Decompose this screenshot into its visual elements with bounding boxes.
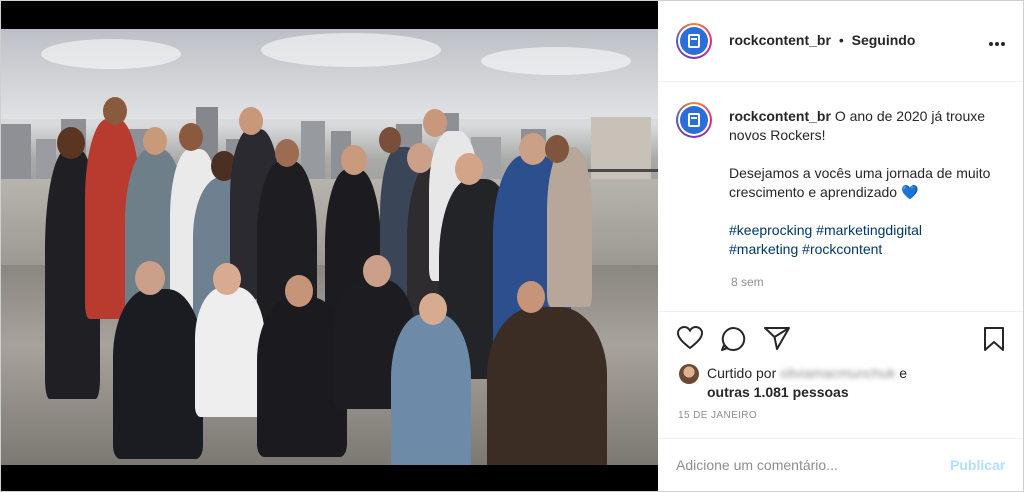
post-date[interactable]: 15 DE JANEIRO: [678, 410, 757, 421]
caption-line2: Desejamos a vocês uma jornada de muito c…: [729, 165, 991, 200]
document-icon: [688, 34, 700, 48]
header-username[interactable]: rockcontent_br: [729, 32, 831, 48]
hashtag-link[interactable]: #marketingdigital: [816, 222, 922, 238]
bookmark-icon[interactable]: [983, 326, 1005, 357]
caption-age[interactable]: 8 sem: [731, 275, 764, 289]
people-group: [35, 79, 625, 465]
liked-by-others[interactable]: outras 1.081 pessoas: [707, 384, 849, 400]
header-line: rockcontent_br • Seguindo: [729, 32, 915, 48]
comment-box: Adicione um comentário... Publicar: [658, 438, 1023, 492]
liked-by-conjunction: e: [899, 365, 908, 381]
instagram-post: rockcontent_br • Seguindo rockcontent_br…: [0, 0, 1024, 492]
liked-by-line: Curtido por oliviamacmunchuk e: [707, 365, 1007, 381]
hashtag-link[interactable]: #keeprocking: [729, 222, 812, 238]
liker-avatar[interactable]: [679, 364, 699, 384]
publish-button[interactable]: Publicar: [950, 457, 1005, 473]
actions-section: Curtido por oliviamacmunchuk e outras 1.…: [658, 311, 1023, 452]
group-photo[interactable]: [1, 29, 658, 465]
liked-by-user[interactable]: oliviamacmunchuk: [780, 365, 895, 381]
send-icon[interactable]: [764, 326, 790, 355]
comment-input[interactable]: Adicione um comentário...: [676, 457, 838, 473]
hashtag-link[interactable]: #rockcontent: [802, 241, 882, 257]
post-header: rockcontent_br • Seguindo: [658, 1, 1023, 82]
following-button[interactable]: Seguindo: [852, 32, 916, 48]
more-horizontal-icon[interactable]: [988, 31, 1006, 52]
header-separator: •: [838, 32, 844, 48]
hashtag-link[interactable]: #marketing: [729, 241, 798, 257]
caption-avatar[interactable]: [676, 102, 712, 138]
document-icon: [688, 113, 700, 127]
caption-username[interactable]: rockcontent_br: [729, 108, 831, 124]
profile-avatar[interactable]: [676, 23, 712, 59]
caption-text: rockcontent_br O ano de 2020 já trouxe n…: [729, 107, 999, 259]
post-media[interactable]: [1, 1, 658, 491]
post-panel: rockcontent_br • Seguindo rockcontent_br…: [658, 1, 1023, 491]
liked-by-prefix: Curtido por: [707, 365, 777, 381]
comment-icon[interactable]: [720, 326, 746, 357]
blue-heart-emoji: 💙: [901, 184, 919, 200]
heart-icon[interactable]: [676, 325, 704, 355]
